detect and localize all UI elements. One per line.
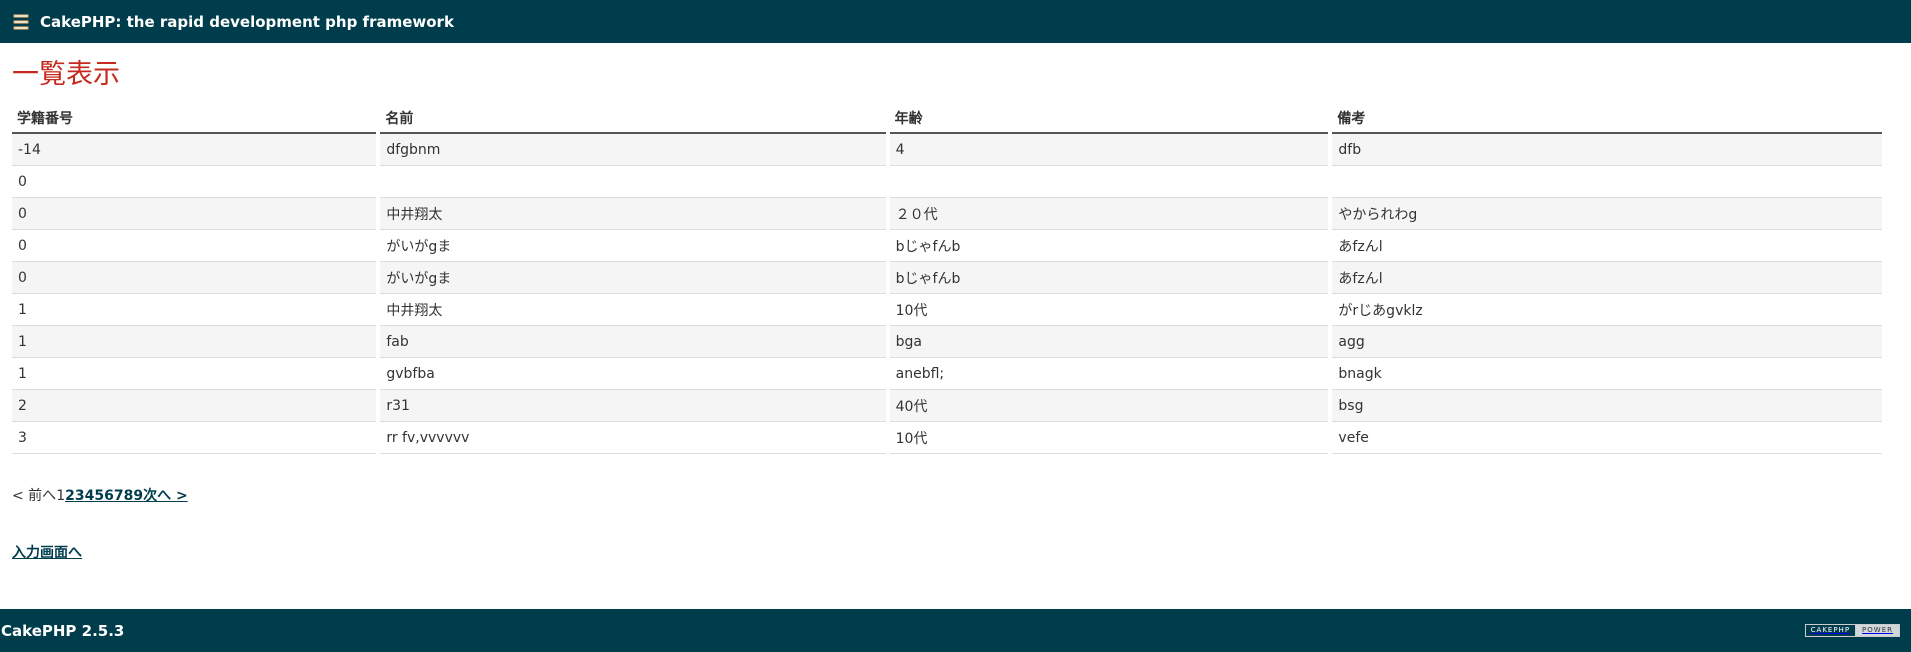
table-row: 1 中井翔太 10代 がrじあgvklz: [12, 294, 1882, 326]
cell-student-id: -14: [12, 134, 377, 166]
pagination-page-links: 23456789: [65, 488, 143, 504]
site-title-link[interactable]: CakePHP: the rapid development php frame…: [40, 13, 454, 31]
pagination-page-link[interactable]: 3: [75, 488, 85, 504]
pagination: < 前へ123456789次へ >: [12, 486, 1891, 506]
cell-age: [889, 166, 1329, 198]
cake-stack-icon: [12, 13, 30, 31]
table-row: 0 がいがgま bじゃfんb あfzんl: [12, 230, 1882, 262]
table-body: -14 dfgbnm 4 dfb 0 0 中井翔太 ２０代 やかられわg 0 がいがgま bじゃfんb…: [12, 134, 1882, 454]
table-row: 1 fab bga agg: [12, 326, 1882, 358]
cell-name: rr fv,vvvvvv: [380, 422, 886, 454]
pagination-page-link[interactable]: 9: [133, 488, 143, 504]
pagination-prev: < 前へ: [12, 488, 57, 504]
input-screen-link[interactable]: 入力画面へ: [12, 542, 82, 562]
column-header-notes: 備考: [1332, 104, 1882, 134]
pagination-next-link[interactable]: 次へ >: [143, 488, 188, 504]
pagination-page-link[interactable]: 2: [65, 488, 75, 504]
table-row: 3 rr fv,vvvvvv 10代 vefe: [12, 422, 1882, 454]
cell-age: 4: [889, 134, 1329, 166]
cell-age: 40代: [889, 390, 1329, 422]
cell-student-id: 0: [12, 166, 377, 198]
cell-name: fab: [380, 326, 886, 358]
cell-student-id: 0: [12, 198, 377, 230]
cell-age: bga: [889, 326, 1329, 358]
cell-student-id: 0: [12, 230, 377, 262]
table-row: 0 がいがgま bじゃfんb あfzんl: [12, 262, 1882, 294]
cell-notes: vefe: [1332, 422, 1882, 454]
table-row: -14 dfgbnm 4 dfb: [12, 134, 1882, 166]
table-row: 2 r31 40代 bsg: [12, 390, 1882, 422]
cell-notes: [1332, 166, 1882, 198]
cell-age: 10代: [889, 422, 1329, 454]
main-content: 一覧表示 学籍番号 名前 年齢 備考 -14 dfgbnm 4 dfb 0 0 中井翔太 ２０…: [12, 43, 1891, 562]
cell-student-id: 3: [12, 422, 377, 454]
cell-notes: がrじあgvklz: [1332, 294, 1882, 326]
table-header-row: 学籍番号 名前 年齢 備考: [12, 104, 1882, 134]
badge-right-text: POWER: [1856, 625, 1899, 636]
header-bar: CakePHP: the rapid development php frame…: [0, 0, 1911, 43]
table-row: 1 gvbfba anebfl; bnagk: [12, 358, 1882, 390]
column-header-age: 年齢: [889, 104, 1329, 134]
pagination-page-link[interactable]: 8: [124, 488, 134, 504]
table-row: 0: [12, 166, 1882, 198]
cell-student-id: 1: [12, 294, 377, 326]
column-header-student-id: 学籍番号: [12, 104, 377, 134]
cell-student-id: 1: [12, 326, 377, 358]
pagination-current-page: 1: [56, 488, 66, 504]
cell-name: gvbfba: [380, 358, 886, 390]
badge-left-text: CAKEPHP: [1805, 625, 1857, 636]
cell-name: 中井翔太: [380, 294, 886, 326]
pagination-page-link[interactable]: 7: [114, 488, 124, 504]
cell-student-id: 0: [12, 262, 377, 294]
table-row: 0 中井翔太 ２０代 やかられわg: [12, 198, 1882, 230]
cell-name: 中井翔太: [380, 198, 886, 230]
app-window: CakePHP: the rapid development php frame…: [0, 0, 1911, 652]
cell-age: bじゃfんb: [889, 230, 1329, 262]
pagination-page-link[interactable]: 6: [104, 488, 114, 504]
students-table: 学籍番号 名前 年齢 備考 -14 dfgbnm 4 dfb 0 0 中井翔太 ２０代 やかられ…: [8, 104, 1886, 454]
cell-age: anebfl;: [889, 358, 1329, 390]
cell-notes: agg: [1332, 326, 1882, 358]
cell-student-id: 1: [12, 358, 377, 390]
cell-name: dfgbnm: [380, 134, 886, 166]
cell-age: bじゃfんb: [889, 262, 1329, 294]
cell-name: [380, 166, 886, 198]
pagination-page-link[interactable]: 5: [94, 488, 104, 504]
cell-notes: あfzんl: [1332, 230, 1882, 262]
cell-student-id: 2: [12, 390, 377, 422]
cell-notes: bnagk: [1332, 358, 1882, 390]
cell-name: r31: [380, 390, 886, 422]
page-title: 一覧表示: [12, 59, 120, 90]
footer-bar: CakePHP 2.5.3 CAKEPHP POWER: [0, 609, 1911, 652]
cell-notes: dfb: [1332, 134, 1882, 166]
cell-notes: あfzんl: [1332, 262, 1882, 294]
pagination-page-link[interactable]: 4: [85, 488, 95, 504]
cell-age: ２０代: [889, 198, 1329, 230]
cell-notes: やかられわg: [1332, 198, 1882, 230]
column-header-name: 名前: [380, 104, 886, 134]
cell-age: 10代: [889, 294, 1329, 326]
cell-name: がいがgま: [380, 262, 886, 294]
cell-name: がいがgま: [380, 230, 886, 262]
cakephp-power-badge[interactable]: CAKEPHP POWER: [1804, 624, 1900, 637]
cell-notes: bsg: [1332, 390, 1882, 422]
footer-version: CakePHP 2.5.3: [1, 621, 125, 640]
